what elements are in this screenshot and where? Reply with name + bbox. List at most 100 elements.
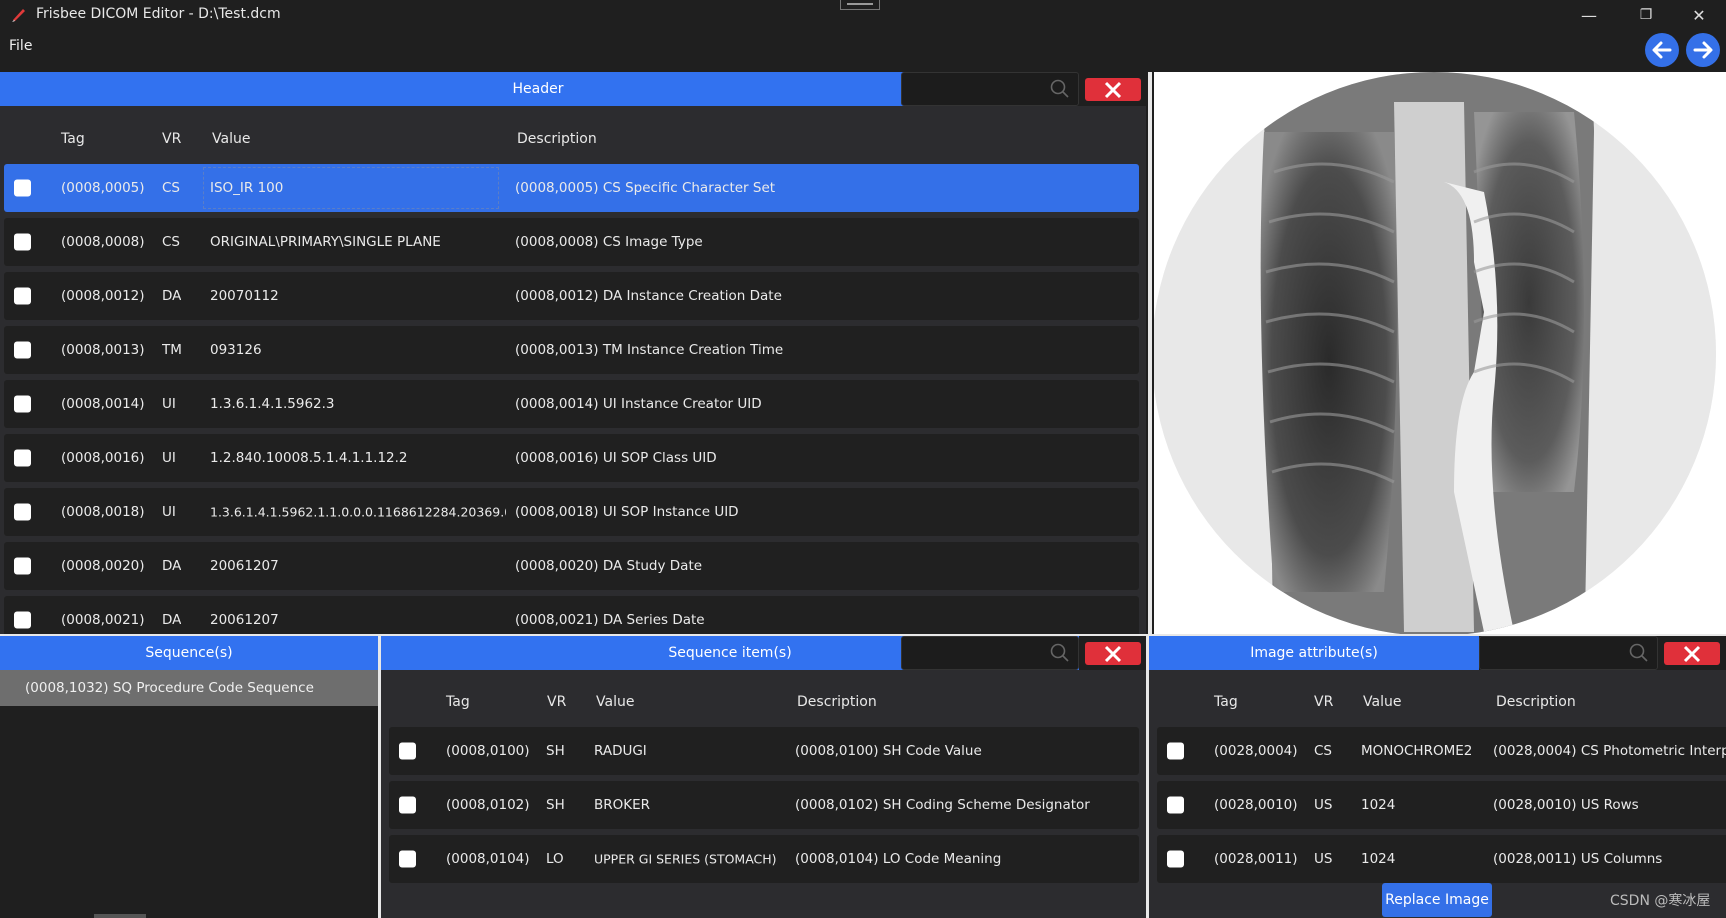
scrollbar-thumb[interactable] — [94, 914, 146, 918]
vertical-splitter[interactable] — [1148, 72, 1152, 634]
row-checkbox[interactable] — [399, 742, 416, 760]
sequence-items-clear-button[interactable] — [1085, 642, 1141, 665]
value-cell[interactable]: MONOCHROME2 — [1361, 743, 1489, 759]
back-button[interactable] — [1645, 33, 1679, 67]
app-logo-icon — [12, 9, 25, 22]
header-search-input[interactable] — [901, 72, 1079, 106]
row-checkbox[interactable] — [14, 503, 31, 521]
value-cell[interactable]: 20061207 — [210, 558, 506, 574]
value-cell[interactable]: 093126 — [210, 342, 506, 358]
image-attributes-search-input[interactable] — [1479, 636, 1658, 670]
row-checkbox[interactable] — [14, 395, 31, 413]
vr-cell: LO — [546, 851, 564, 867]
table-row[interactable]: (0008,0014) UI 1.3.6.1.4.1.5962.3 (0008,… — [4, 380, 1139, 428]
sequence-items-title: Sequence item(s) — [668, 645, 792, 661]
col-vr-header[interactable]: VR — [547, 694, 566, 710]
row-checkbox[interactable] — [399, 796, 416, 814]
value-cell[interactable]: 1024 — [1361, 797, 1489, 813]
table-row[interactable]: (0008,0104) LO UPPER GI SERIES (STOMACH)… — [389, 835, 1139, 883]
value-cell[interactable]: 1.3.6.1.4.1.5962.3 — [210, 396, 506, 412]
search-icon — [1050, 643, 1069, 662]
col-tag-header[interactable]: Tag — [446, 694, 470, 710]
value-cell[interactable]: 20070112 — [210, 288, 506, 304]
col-value-header[interactable]: Value — [212, 131, 250, 147]
value-cell[interactable]: 1024 — [1361, 851, 1489, 867]
row-checkbox[interactable] — [399, 850, 416, 868]
table-row[interactable]: (0008,0016) UI 1.2.840.10008.5.1.4.1.1.1… — [4, 434, 1139, 482]
tag-cell: (0008,0013) — [61, 342, 145, 358]
vr-cell: UI — [162, 450, 176, 466]
row-checkbox[interactable] — [14, 341, 31, 359]
image-attributes-clear-button[interactable] — [1664, 642, 1720, 665]
col-value-header[interactable]: Value — [596, 694, 634, 710]
row-checkbox[interactable] — [14, 611, 31, 629]
col-tag-header[interactable]: Tag — [1214, 694, 1238, 710]
table-row[interactable]: (0008,0012) DA 20070112 (0008,0012) DA I… — [4, 272, 1139, 320]
forward-button[interactable] — [1686, 33, 1720, 67]
col-description-header[interactable]: Description — [517, 131, 597, 147]
row-checkbox[interactable] — [14, 287, 31, 305]
row-checkbox[interactable] — [1167, 742, 1184, 760]
description-cell: (0008,0021) DA Series Date — [515, 612, 705, 628]
table-row[interactable]: (0028,0004) CS MONOCHROME2 (0028,0004) C… — [1157, 727, 1726, 775]
header-clear-button[interactable] — [1085, 78, 1141, 101]
row-checkbox[interactable] — [14, 179, 31, 197]
window-title: Frisbee DICOM Editor - D:\Test.dcm — [36, 6, 281, 22]
table-row[interactable]: (0008,0005) CS ISO_IR 100 (0008,0005) CS… — [4, 164, 1139, 212]
col-value-header[interactable]: Value — [1363, 694, 1401, 710]
replace-image-button[interactable]: Replace Image — [1382, 883, 1492, 917]
value-cell[interactable]: 20061207 — [210, 612, 506, 628]
tag-cell: (0008,0008) — [61, 234, 145, 250]
list-item[interactable]: (0008,1032) SQ Procedure Code Sequence — [0, 670, 378, 706]
col-vr-header[interactable]: VR — [1314, 694, 1333, 710]
drag-grip-icon[interactable] — [840, 0, 880, 10]
table-row[interactable]: (0028,0010) US 1024 (0028,0010) US Rows — [1157, 781, 1726, 829]
table-row[interactable]: (0008,0018) UI 1.3.6.1.4.1.5962.1.1.0.0.… — [4, 488, 1139, 536]
value-cell[interactable]: ISO_IR 100 — [210, 180, 500, 196]
value-cell[interactable]: ORIGINAL\PRIMARY\SINGLE PLANE — [210, 234, 506, 250]
sequences-title-bar: Sequence(s) — [0, 636, 378, 670]
table-row[interactable]: (0008,0020) DA 20061207 (0008,0020) DA S… — [4, 542, 1139, 590]
sequences-list — [0, 670, 378, 918]
sequence-items-search-input[interactable] — [901, 636, 1079, 670]
row-checkbox[interactable] — [14, 233, 31, 251]
value-cell[interactable]: UPPER GI SERIES (STOMACH) — [594, 852, 790, 867]
dicom-image-viewer[interactable] — [1154, 72, 1726, 634]
col-description-header[interactable]: Description — [797, 694, 877, 710]
row-checkbox[interactable] — [14, 557, 31, 575]
description-cell: (0008,0016) UI SOP Class UID — [515, 450, 717, 466]
tag-cell: (0008,0016) — [61, 450, 145, 466]
row-checkbox[interactable] — [14, 449, 31, 467]
menu-file[interactable]: File — [9, 38, 32, 54]
header-title: Header — [512, 81, 564, 97]
table-row[interactable]: (0008,0013) TM 093126 (0008,0013) TM Ins… — [4, 326, 1139, 374]
value-cell[interactable]: RADUGI — [594, 743, 790, 759]
col-tag-header[interactable]: Tag — [61, 131, 85, 147]
header-rows-clip: (0008,0021) DA 20061207 (0008,0021) DA S… — [0, 596, 1146, 634]
row-checkbox[interactable] — [1167, 850, 1184, 868]
col-description-header[interactable]: Description — [1496, 694, 1576, 710]
value-cell[interactable]: BROKER — [594, 797, 790, 813]
close-window-button[interactable]: ✕ — [1673, 0, 1725, 30]
close-icon — [1104, 645, 1122, 662]
table-row[interactable]: (0028,0011) US 1024 (0028,0011) US Colum… — [1157, 835, 1726, 883]
table-row[interactable]: (0008,0102) SH BROKER (0008,0102) SH Cod… — [389, 781, 1139, 829]
vr-cell: CS — [162, 234, 180, 250]
tag-cell: (0008,0021) — [61, 612, 145, 628]
vr-cell: TM — [162, 342, 182, 358]
value-cell[interactable]: 1.2.840.10008.5.1.4.1.1.12.2 — [210, 450, 506, 466]
row-checkbox[interactable] — [1167, 796, 1184, 814]
col-vr-header[interactable]: VR — [162, 131, 181, 147]
description-cell: (0008,0008) CS Image Type — [515, 234, 703, 250]
image-attributes-title: Image attribute(s) — [1250, 645, 1378, 661]
tag-cell: (0008,0020) — [61, 558, 145, 574]
restore-button[interactable]: ❐ — [1620, 0, 1672, 30]
close-icon — [1683, 645, 1701, 662]
table-row[interactable]: (0008,0008) CS ORIGINAL\PRIMARY\SINGLE P… — [4, 218, 1139, 266]
table-row[interactable]: (0008,0021) DA 20061207 (0008,0021) DA S… — [4, 596, 1139, 634]
arrow-left-icon — [1652, 41, 1672, 59]
table-row[interactable]: (0008,0100) SH RADUGI (0008,0100) SH Cod… — [389, 727, 1139, 775]
minimize-button[interactable]: — — [1563, 0, 1615, 30]
description-cell: (0028,0004) CS Photometric Interpreta — [1493, 743, 1726, 759]
value-cell[interactable]: 1.3.6.1.4.1.5962.1.1.0.0.0.1168612284.20… — [210, 505, 506, 520]
